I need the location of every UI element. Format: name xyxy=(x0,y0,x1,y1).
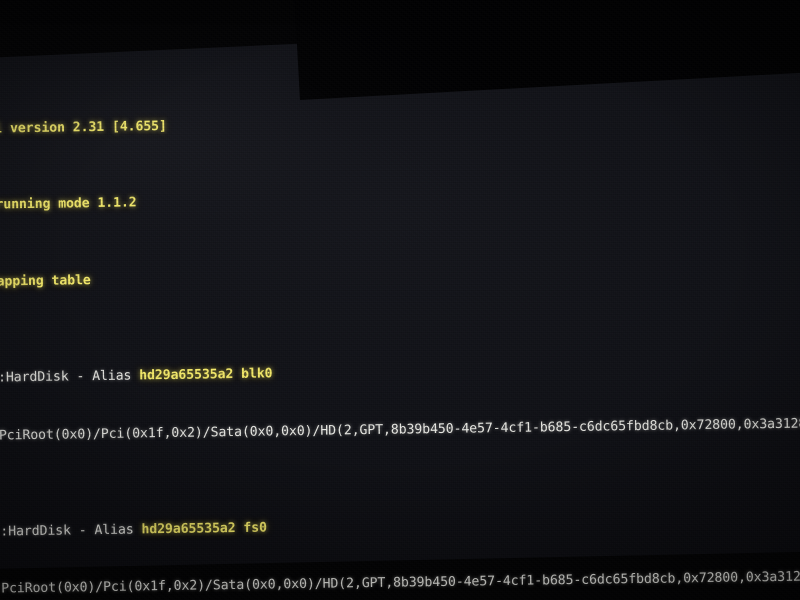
shell-console: Shell version 2.31 [4.655] ent running m… xyxy=(0,49,800,600)
shell-version-line: Shell version 2.31 [4.655] xyxy=(0,106,800,139)
running-mode-line: ent running mode 1.1.2 xyxy=(0,183,800,216)
mapping-table-text: ce mapping table xyxy=(0,273,91,290)
uefi-shell-photo: Shell version 2.31 [4.655] ent running m… xyxy=(0,0,800,600)
map-entry-path: PciRoot(0x0)/Pci(0x1f,0x2)/Sata(0x0,0x0)… xyxy=(0,413,800,446)
map-dash: - xyxy=(76,369,85,385)
map-device-type: HardDisk xyxy=(5,369,69,386)
map-device-type: HardDisk xyxy=(8,523,72,540)
map-entry-path: PciRoot(0x0)/Pci(0x1f,0x2)/Sata(0x0,0x0)… xyxy=(0,567,800,600)
running-mode-text: ent running mode 1.1.2 xyxy=(0,195,137,213)
map-alias-label: Alias xyxy=(94,522,134,538)
device-path: PciRoot(0x0)/Pci(0x1f,0x2)/Sata(0x0,0x0)… xyxy=(0,416,800,444)
map-alias-value: hd29a65535a2 fs0 xyxy=(141,520,268,538)
mapping-table-heading: ce mapping table xyxy=(0,260,800,293)
map-alias-value: hd29a65535a2 blk0 xyxy=(139,366,273,384)
map-entry-row: lk0 :HardDisk - Alias hd29a65535a2 fs0 xyxy=(0,509,800,542)
map-alias-label: Alias xyxy=(92,368,132,385)
shell-version-text: Shell version 2.31 [4.655] xyxy=(0,118,167,137)
map-dash: - xyxy=(78,523,87,539)
device-path: PciRoot(0x0)/Pci(0x1f,0x2)/Sata(0x0,0x0)… xyxy=(1,569,800,597)
map-entry-row: s0 :HardDisk - Alias hd29a65535a2 blk0 xyxy=(0,356,800,389)
